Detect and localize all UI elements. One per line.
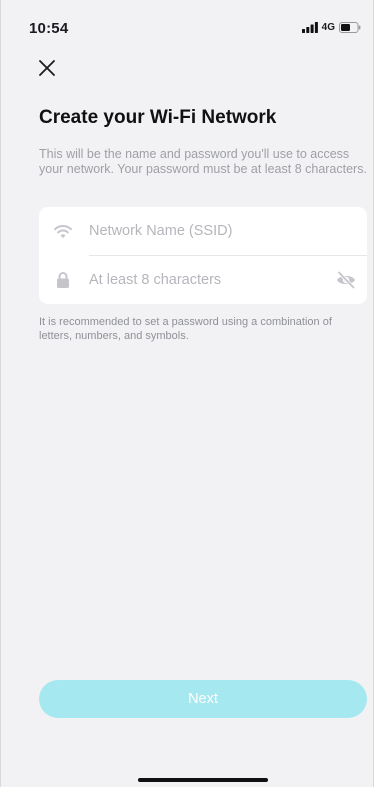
battery-icon xyxy=(339,22,361,33)
network-form-card xyxy=(39,207,367,304)
wifi-setup-screen: 10:54 4G Create your Wi-Fi Network This … xyxy=(0,0,374,787)
page-description: This will be the name and password you'l… xyxy=(39,147,367,176)
close-icon[interactable] xyxy=(37,58,57,78)
home-indicator xyxy=(138,778,268,782)
status-bar: 10:54 4G xyxy=(1,0,373,50)
wifi-icon xyxy=(54,225,72,238)
network-type-label: 4G xyxy=(321,22,335,33)
password-hint: It is recommended to set a password usin… xyxy=(39,316,332,342)
page-title: Create your Wi-Fi Network xyxy=(39,107,277,128)
password-input[interactable] xyxy=(89,268,319,292)
eye-off-icon[interactable] xyxy=(335,269,357,291)
next-button[interactable]: Next xyxy=(39,680,367,718)
status-indicators: 4G xyxy=(301,22,361,33)
lock-icon xyxy=(57,272,69,288)
signal-icon xyxy=(301,22,318,33)
status-time: 10:54 xyxy=(29,20,69,37)
password-field-row xyxy=(39,256,367,304)
ssid-input[interactable] xyxy=(89,219,319,243)
ssid-field-row xyxy=(39,207,367,255)
